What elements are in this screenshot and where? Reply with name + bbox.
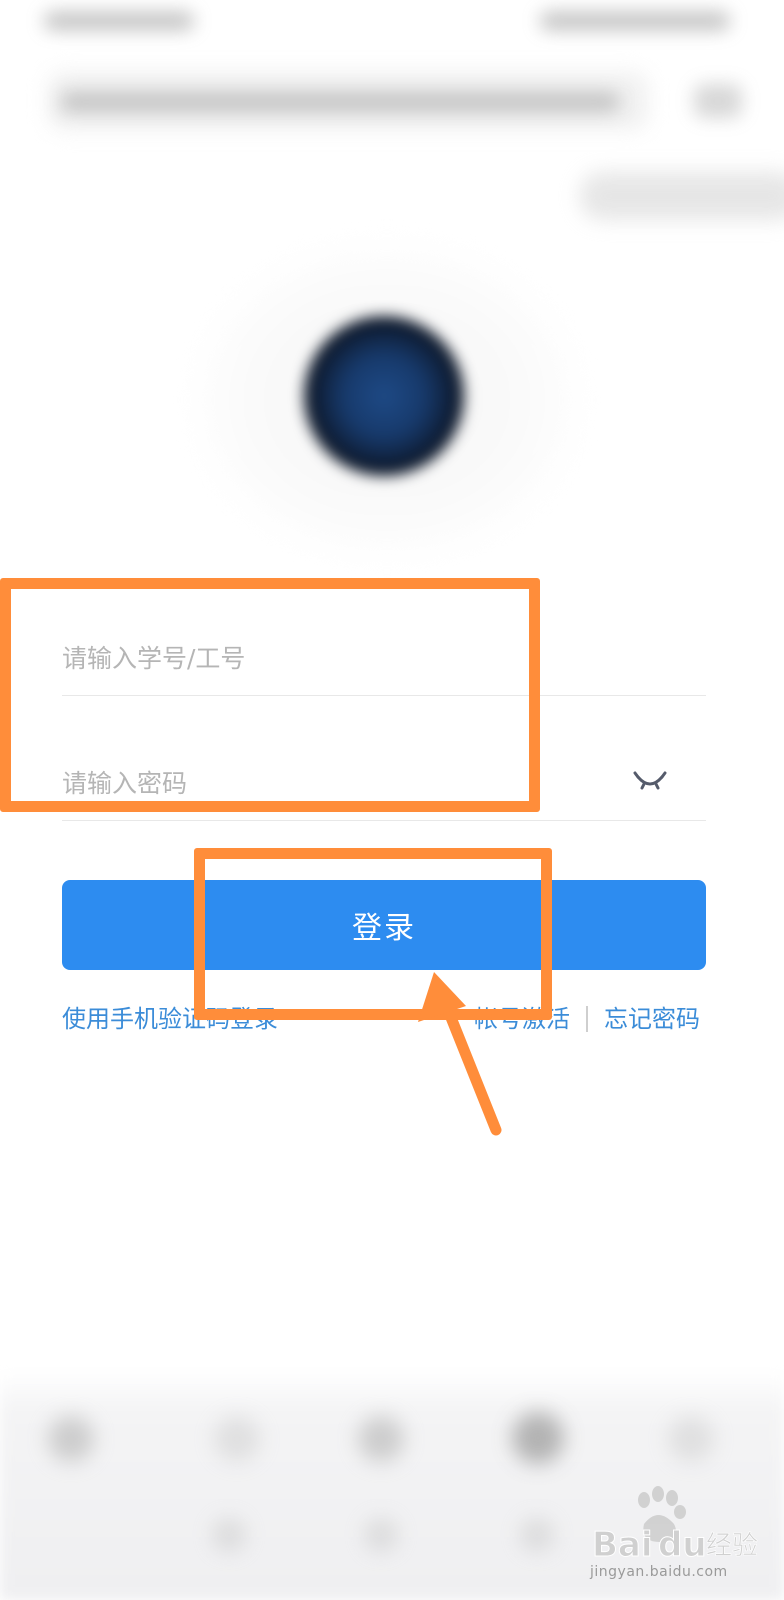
svg-text:du: du xyxy=(658,1525,707,1565)
links-divider xyxy=(586,1006,588,1032)
status-bar-right-blurred xyxy=(540,12,730,30)
system-nav-back-icon[interactable] xyxy=(520,1518,554,1552)
status-bar xyxy=(0,0,784,44)
system-nav-home-icon[interactable] xyxy=(364,1518,398,1552)
address-bar-action-icon[interactable] xyxy=(694,84,742,118)
nav-back-icon[interactable] xyxy=(48,1416,94,1462)
password-field-wrapper xyxy=(62,755,706,821)
top-right-action-blurred[interactable] xyxy=(580,172,784,220)
activate-account-link[interactable]: 帐号激活 xyxy=(474,1002,570,1036)
nav-menu-icon[interactable] xyxy=(668,1416,714,1462)
address-bar-text-blurred xyxy=(60,92,620,112)
school-logo-icon xyxy=(304,316,464,476)
account-input[interactable] xyxy=(62,630,622,686)
svg-text:Bai: Bai xyxy=(592,1525,653,1565)
sms-login-link[interactable]: 使用手机验证码登录 xyxy=(62,1002,278,1036)
account-field-wrapper xyxy=(62,630,706,696)
nav-tabs-icon[interactable] xyxy=(512,1412,564,1464)
nav-forward-icon[interactable] xyxy=(214,1416,260,1462)
svg-text:经验: 经验 xyxy=(706,1531,758,1561)
system-nav-menu-icon[interactable] xyxy=(212,1518,246,1552)
status-bar-left-blurred xyxy=(44,12,194,30)
password-input[interactable] xyxy=(62,755,622,811)
eye-closed-icon[interactable] xyxy=(630,765,670,801)
login-button[interactable]: 登录 xyxy=(62,880,706,970)
nav-home-icon[interactable] xyxy=(358,1416,404,1462)
forgot-password-link[interactable]: 忘记密码 xyxy=(604,1002,700,1036)
watermark-caption: jingyan.baidu.com xyxy=(590,1564,728,1580)
